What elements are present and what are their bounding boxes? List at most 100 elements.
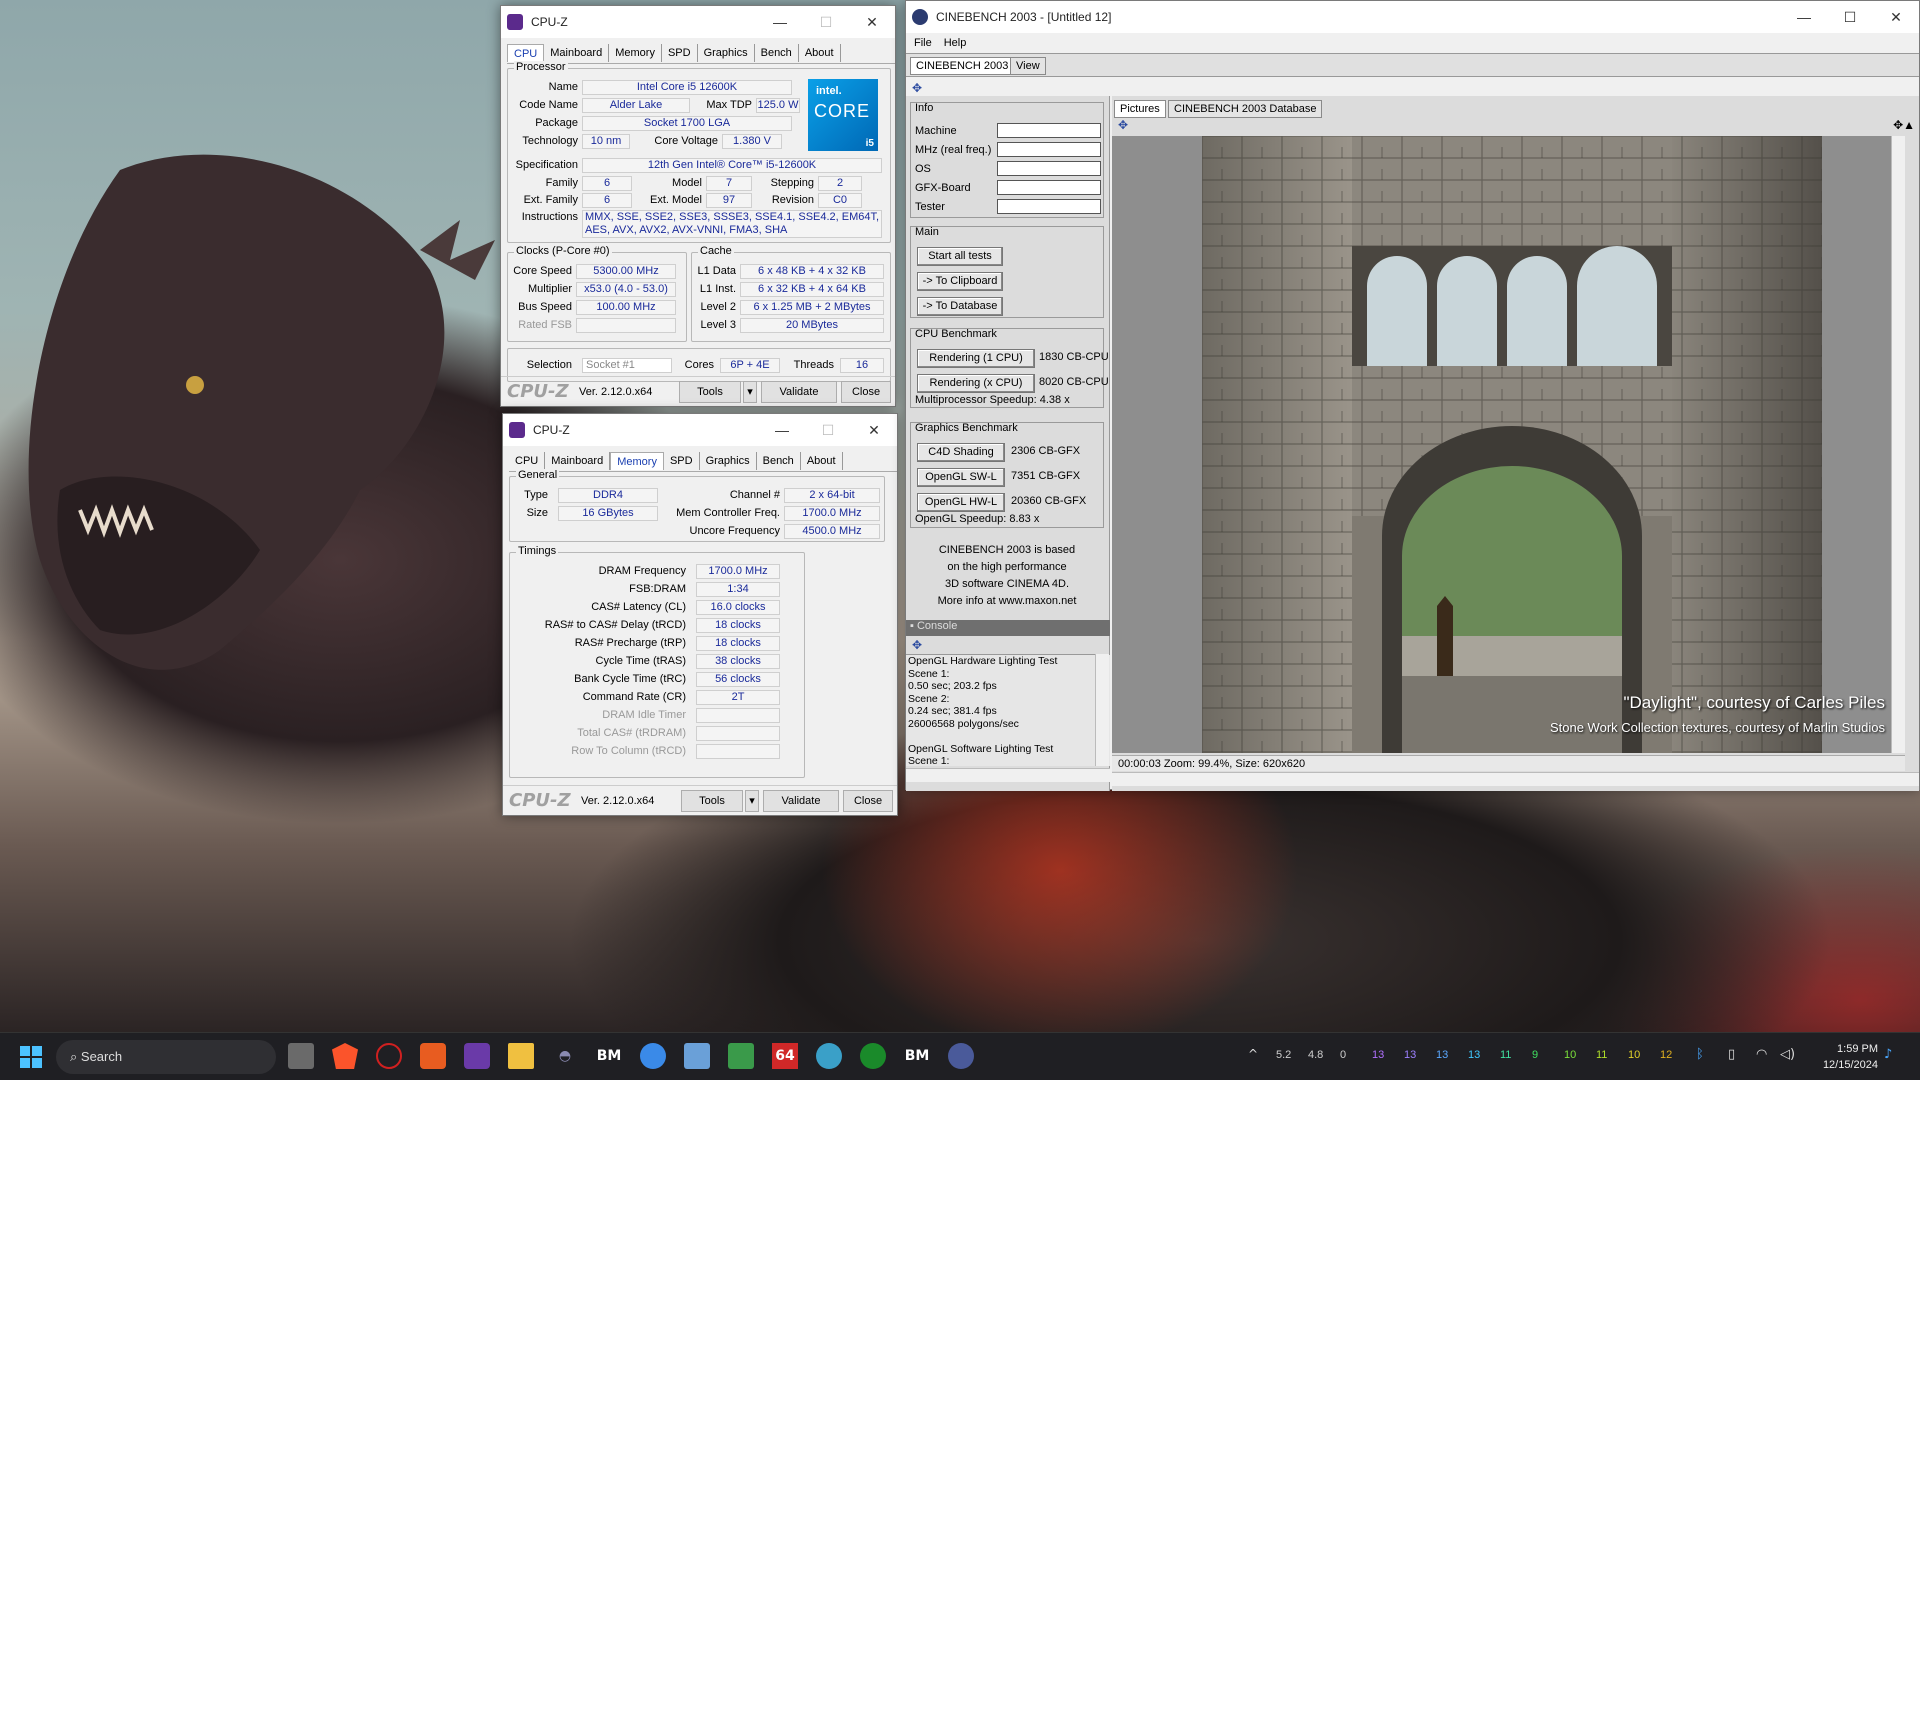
console-scrollbar[interactable] bbox=[1095, 654, 1109, 766]
tab-memory[interactable]: Memory bbox=[610, 452, 664, 470]
c4d-shading-button[interactable]: C4D Shading bbox=[917, 443, 1005, 462]
os-field[interactable] bbox=[997, 161, 1101, 176]
app-cube-icon[interactable] bbox=[420, 1043, 446, 1069]
viewport-hscrollbar[interactable] bbox=[1112, 772, 1919, 786]
to-clipboard-button[interactable]: -> To Clipboard bbox=[917, 272, 1003, 291]
minimize-button[interactable]: — bbox=[1781, 1, 1827, 33]
tools-dropdown-icon[interactable]: ▾ bbox=[745, 790, 759, 812]
hwinfo-icon[interactable] bbox=[376, 1043, 402, 1069]
tab-about[interactable]: About bbox=[799, 44, 841, 62]
cinebench-icon[interactable] bbox=[948, 1043, 974, 1069]
tab-view[interactable]: View bbox=[1010, 57, 1046, 75]
start-icon[interactable] bbox=[20, 1046, 42, 1068]
close-button[interactable]: Close bbox=[841, 381, 891, 403]
console-pin-icon[interactable]: ✥ bbox=[912, 638, 922, 652]
gpu-tool-icon[interactable] bbox=[684, 1043, 710, 1069]
tab-cinebench-2003[interactable]: CINEBENCH 2003 bbox=[910, 57, 1015, 75]
minimize-button[interactable]: — bbox=[757, 6, 803, 38]
tools-button[interactable]: Tools bbox=[681, 790, 743, 812]
timing-label: CAS# Latency (CL) bbox=[591, 601, 686, 613]
gpu-z-icon[interactable] bbox=[728, 1043, 754, 1069]
tab-about[interactable]: About bbox=[801, 452, 843, 470]
volume-icon[interactable]: ◁) bbox=[1780, 1047, 1795, 1062]
machine-field[interactable] bbox=[997, 123, 1101, 138]
tab-bench[interactable]: Bench bbox=[755, 44, 799, 62]
close-window-button[interactable]: ✕ bbox=[849, 6, 895, 38]
pin-icon[interactable]: ✥ bbox=[912, 81, 922, 95]
gamepad-icon[interactable]: ◓ bbox=[552, 1043, 578, 1069]
gfx-board-field[interactable] bbox=[997, 180, 1101, 195]
group-label: Cache bbox=[698, 245, 734, 257]
menu-help[interactable]: Help bbox=[944, 37, 967, 49]
mhz-field[interactable] bbox=[997, 142, 1101, 157]
family-value: 6 bbox=[582, 176, 632, 191]
tab-cinebench-database[interactable]: CINEBENCH 2003 Database bbox=[1168, 100, 1323, 118]
tab-pictures[interactable]: Pictures bbox=[1114, 100, 1166, 118]
image-caption-title: "Daylight", courtesy of Carles Piles bbox=[1623, 693, 1886, 712]
start-all-tests-button[interactable]: Start all tests bbox=[917, 247, 1003, 266]
ext-model-value: 97 bbox=[706, 193, 752, 208]
tab-mainboard[interactable]: Mainboard bbox=[544, 44, 610, 62]
tester-field[interactable] bbox=[997, 199, 1101, 214]
specification-label: Specification bbox=[515, 159, 578, 171]
chevron-up-icon[interactable]: ^ bbox=[1248, 1047, 1258, 1061]
bluetooth-icon[interactable]: ᛒ bbox=[1696, 1047, 1704, 1062]
socket-select[interactable]: Socket #1 bbox=[582, 358, 672, 373]
maximize-button[interactable]: ☐ bbox=[1827, 1, 1873, 33]
rendering-xcpu-button[interactable]: Rendering (x CPU) bbox=[917, 374, 1035, 393]
bm-icon-2[interactable]: BM bbox=[904, 1043, 930, 1069]
picture-pin-icon[interactable]: ✥ bbox=[1118, 118, 1128, 132]
validate-button[interactable]: Validate bbox=[763, 790, 839, 812]
tab-spd[interactable]: SPD bbox=[662, 44, 698, 62]
rated-fsb-label: Rated FSB bbox=[518, 319, 572, 331]
tab-mainboard[interactable]: Mainboard bbox=[545, 452, 611, 470]
cinebench-titlebar[interactable]: CINEBENCH 2003 - [Untitled 12] — ☐ ✕ bbox=[906, 1, 1919, 33]
l1-inst-label: L1 Inst. bbox=[699, 283, 736, 295]
menu-file[interactable]: File bbox=[914, 37, 932, 49]
tools-button[interactable]: Tools bbox=[679, 381, 741, 403]
task-view-icon[interactable] bbox=[288, 1043, 314, 1069]
tab-cpu[interactable]: CPU bbox=[507, 44, 545, 62]
opengl-swl-button[interactable]: OpenGL SW-L bbox=[917, 468, 1005, 487]
minimize-button[interactable]: — bbox=[759, 414, 805, 446]
tab-graphics[interactable]: Graphics bbox=[700, 452, 757, 470]
clock[interactable]: 1:59 PM 12/15/2024 bbox=[1810, 1041, 1878, 1073]
timing-value: 18 clocks bbox=[696, 636, 780, 651]
tab-spd[interactable]: SPD bbox=[664, 452, 700, 470]
chrome-icon[interactable] bbox=[640, 1043, 666, 1069]
rendering-1cpu-button[interactable]: Rendering (1 CPU) bbox=[917, 349, 1035, 368]
search-box[interactable]: ⌕ Search bbox=[56, 1040, 276, 1074]
cpuz-icon[interactable] bbox=[464, 1043, 490, 1069]
xbox-icon[interactable] bbox=[860, 1043, 886, 1069]
aida64-icon[interactable]: 64 bbox=[772, 1043, 798, 1069]
viewport-scrollbar[interactable] bbox=[1891, 136, 1905, 753]
tab-cpu[interactable]: CPU bbox=[509, 452, 546, 470]
notification-bell-icon[interactable]: ♪ bbox=[1884, 1047, 1892, 1062]
l1-data-label: L1 Data bbox=[697, 265, 736, 277]
cpuz-titlebar[interactable]: CPU-Z — ☐ ✕ bbox=[503, 414, 897, 446]
console-hscrollbar[interactable] bbox=[906, 768, 1110, 782]
technology-value: 10 nm bbox=[582, 134, 630, 149]
close-window-button[interactable]: ✕ bbox=[851, 414, 897, 446]
tab-bench[interactable]: Bench bbox=[757, 452, 801, 470]
to-database-button[interactable]: -> To Database bbox=[917, 297, 1003, 316]
opengl-hwl-button[interactable]: OpenGL HW-L bbox=[917, 493, 1005, 512]
tab-graphics[interactable]: Graphics bbox=[698, 44, 755, 62]
wifi-icon[interactable]: ◠ bbox=[1756, 1047, 1767, 1062]
globe-icon[interactable] bbox=[816, 1043, 842, 1069]
bm-icon[interactable]: BM bbox=[596, 1043, 622, 1069]
window-title: CPU-Z bbox=[531, 15, 568, 29]
brave-icon[interactable] bbox=[332, 1043, 358, 1069]
tab-memory[interactable]: Memory bbox=[609, 44, 662, 62]
close-button[interactable]: Close bbox=[843, 790, 893, 812]
close-window-button[interactable]: ✕ bbox=[1873, 1, 1919, 33]
file-explorer-icon[interactable] bbox=[508, 1043, 534, 1069]
move-icon[interactable]: ✥▲ bbox=[1893, 118, 1915, 132]
cpuz-titlebar[interactable]: CPU-Z — ☐ ✕ bbox=[501, 6, 895, 38]
tools-dropdown-icon[interactable]: ▾ bbox=[743, 381, 757, 403]
usb-icon[interactable]: ▯ bbox=[1728, 1047, 1735, 1062]
validate-button[interactable]: Validate bbox=[761, 381, 837, 403]
console-toggle-icon[interactable]: ▪ bbox=[910, 620, 917, 632]
timing-value: 56 clocks bbox=[696, 672, 780, 687]
